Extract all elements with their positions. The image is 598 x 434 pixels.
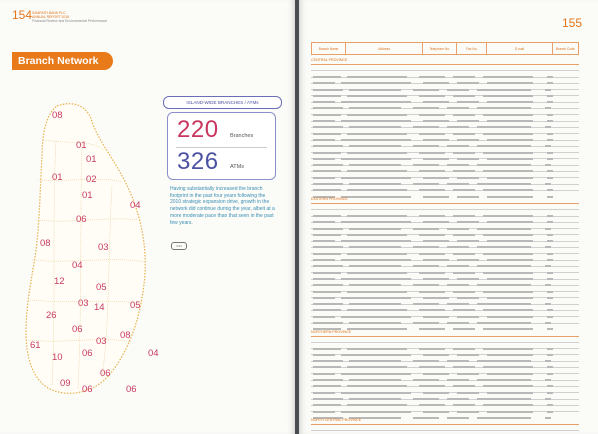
page-number: 155 [561, 16, 582, 30]
right-page: 155 Branch Name Address Telephone No. Fa… [299, 0, 598, 434]
col-header: Fax No. [457, 43, 488, 54]
cell-text [487, 195, 533, 198]
cell-text [347, 328, 407, 331]
table-row [311, 210, 579, 224]
district-count: 05 [130, 300, 141, 311]
cell-text [477, 416, 531, 419]
district-count: 08 [40, 238, 51, 249]
left-page: 154 SAMPATH BANK PLC ANNUAL REPORT 2016 … [0, 0, 295, 434]
district-count: 03 [96, 336, 107, 347]
branches-label: Branches [230, 133, 254, 139]
table-row [311, 134, 579, 148]
running-header: SAMPATH BANK PLC ANNUAL REPORT 2016 Fina… [32, 11, 107, 24]
cell-text [547, 328, 553, 331]
district-count: 01 [82, 190, 93, 201]
district-count: 06 [76, 214, 87, 225]
table-rows-north-central [311, 425, 579, 432]
sri-lanka-district-map: 08 01 01 02 01 01 04 06 08 03 04 12 05 0… [25, 103, 159, 395]
cell-text [545, 416, 551, 419]
table-row [311, 159, 579, 173]
table-row [311, 217, 579, 230]
table-row [311, 235, 579, 249]
table-row [311, 355, 579, 369]
table-rows-eastern [311, 204, 579, 331]
col-header: Address [346, 43, 424, 54]
table-rows-central [311, 65, 579, 198]
district-count: 01 [86, 154, 97, 165]
cell-text [457, 195, 479, 198]
table-row [311, 425, 579, 432]
cell-text [341, 195, 411, 198]
district-count: 06 [82, 384, 93, 395]
district-count: 12 [54, 276, 65, 287]
page-ref-pill: CS4 [171, 242, 187, 250]
table-row [311, 406, 579, 419]
col-header: Branch Code [556, 46, 575, 51]
header-line: Financial Review and Environmental Perfo… [32, 19, 108, 24]
table-row [311, 115, 579, 129]
col-header: E-mail [487, 43, 553, 54]
table-row [311, 317, 579, 331]
col-header: Branch Name [312, 43, 347, 54]
cell-text [547, 195, 553, 198]
table-row [311, 254, 579, 268]
table-row [311, 185, 579, 198]
district-count: 04 [130, 200, 141, 211]
table-row [311, 96, 579, 110]
district-count: 08 [120, 330, 131, 341]
table-row [311, 393, 579, 407]
district-count: 06 [72, 324, 83, 335]
province-heading: CENTRAL PROVINCE [311, 57, 579, 65]
table-row [311, 298, 579, 312]
cell-text [423, 195, 449, 198]
table-row [311, 400, 579, 413]
province-heading: NORTH CENTRAL PROVINCE [311, 417, 579, 426]
table-row [311, 374, 579, 388]
district-count: 10 [52, 352, 63, 363]
district-count: 01 [52, 172, 63, 183]
table-row [311, 337, 579, 350]
summary-paragraph: Having substantially increased the branc… [170, 186, 275, 226]
section-tab: Branch Network [12, 52, 113, 70]
district-count: 04 [72, 260, 83, 271]
atms-label: ATMs [230, 164, 244, 170]
district-count: 61 [30, 340, 41, 351]
col-header: Telephone No. [423, 43, 458, 54]
table-row [311, 141, 579, 154]
district-count: 01 [76, 140, 87, 151]
stats-title: ISLAND-WIDE BRANCHES / ATMs [163, 96, 282, 109]
atms-count: 326 [177, 148, 219, 175]
page-number: 154 [12, 8, 33, 22]
district-count: 02 [86, 174, 97, 185]
branch-directory-table: Branch Name Address Telephone No. Fax No… [311, 42, 579, 432]
table-header: Branch Name Address Telephone No. Fax No… [311, 42, 579, 55]
district-count: 05 [96, 282, 107, 293]
district-count: 03 [98, 242, 109, 253]
cell-text [447, 416, 469, 419]
stats-box: 220 Branches 326 ATMs [167, 112, 276, 180]
table-row [311, 178, 579, 192]
cell-text [419, 328, 445, 331]
district-count: 08 [52, 110, 63, 121]
district-count: 09 [60, 378, 71, 389]
district-count: 14 [94, 302, 105, 313]
cell-text [413, 416, 439, 419]
cell-text [453, 328, 475, 331]
district-count: 06 [126, 384, 137, 395]
district-count: 03 [78, 298, 89, 309]
table-row [311, 273, 579, 287]
table-row [311, 71, 579, 85]
branches-count: 220 [177, 116, 219, 143]
district-count: 04 [148, 348, 159, 359]
district-count: 06 [82, 348, 93, 359]
cell-text [483, 328, 533, 331]
table-rows-northern [311, 337, 579, 419]
table-row [311, 261, 579, 274]
table-row [311, 78, 579, 91]
table-row [311, 280, 579, 293]
district-count: 26 [46, 310, 57, 321]
district-count: 06 [100, 368, 111, 379]
